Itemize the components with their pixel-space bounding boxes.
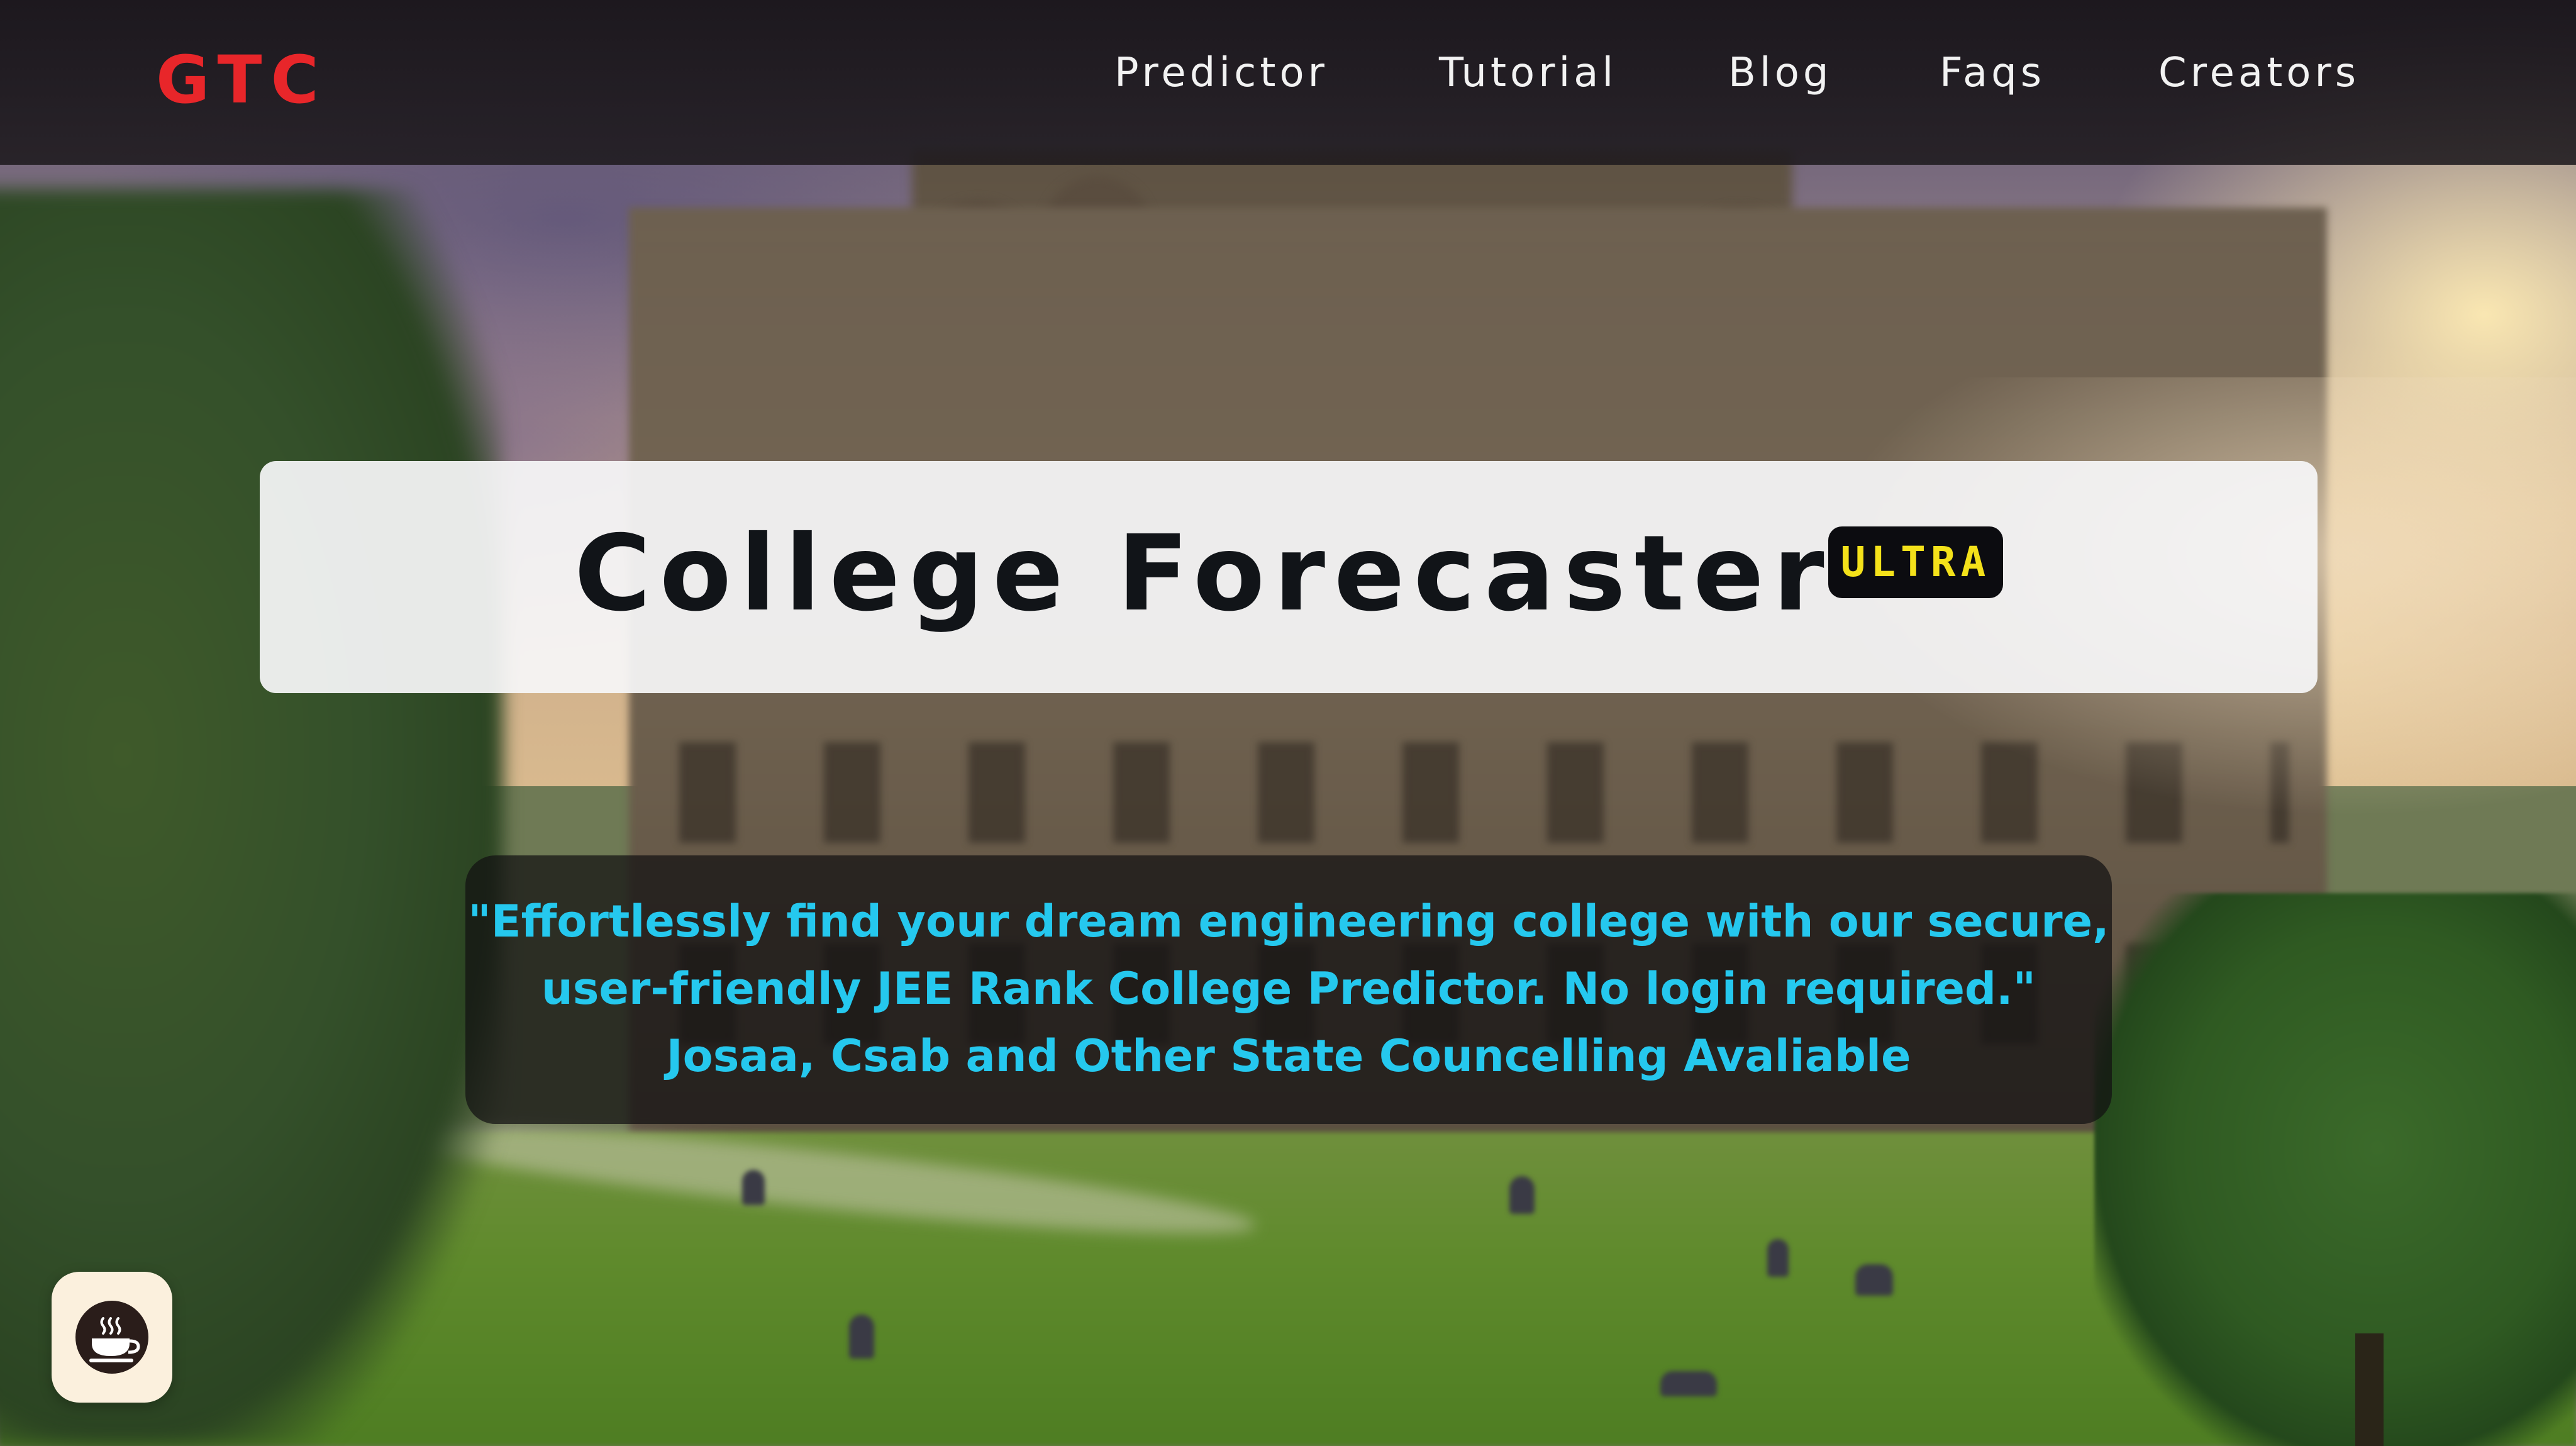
hero-title-card: College Forecaster ULTRA [260,461,2318,693]
nav-link-faqs[interactable]: Faqs [1940,48,2045,98]
tagline-line-2: user-friendly JEE Rank College Predictor… [541,963,2036,1015]
site-logo[interactable]: GTC [156,39,328,121]
background-person [742,1170,765,1205]
tagline-line-1: "Effortlessly find your dream engineerin… [468,896,2109,947]
top-navbar: GTC Predictor Tutorial Blog Faqs Creator… [0,0,2576,165]
nav-link-creators[interactable]: Creators [2158,48,2360,98]
background-person [1855,1264,1893,1296]
nav-link-blog[interactable]: Blog [1728,48,1832,98]
page-title: College Forecaster [574,513,1833,635]
background-image [0,0,2576,1446]
coffee-cup-icon [75,1301,148,1374]
background-person [1660,1371,1717,1396]
nav-link-predictor[interactable]: Predictor [1114,48,1328,98]
background-tree-right [2094,893,2576,1446]
background-person [1509,1176,1535,1214]
page: GTC Predictor Tutorial Blog Faqs Creator… [0,0,2576,1446]
buy-me-a-coffee-button[interactable] [52,1272,172,1403]
tagline-line-3: Josaa, Csab and Other State Councelling … [666,1030,1911,1082]
nav-link-tutorial[interactable]: Tutorial [1439,48,1617,98]
ultra-badge: ULTRA [1828,526,2003,598]
background-tree-left [0,189,503,1446]
background-tree-trunk [2355,1333,2384,1446]
background-person [1767,1239,1789,1277]
tagline-box: "Effortlessly find your dream engineerin… [465,855,2112,1124]
background-person [849,1315,874,1359]
